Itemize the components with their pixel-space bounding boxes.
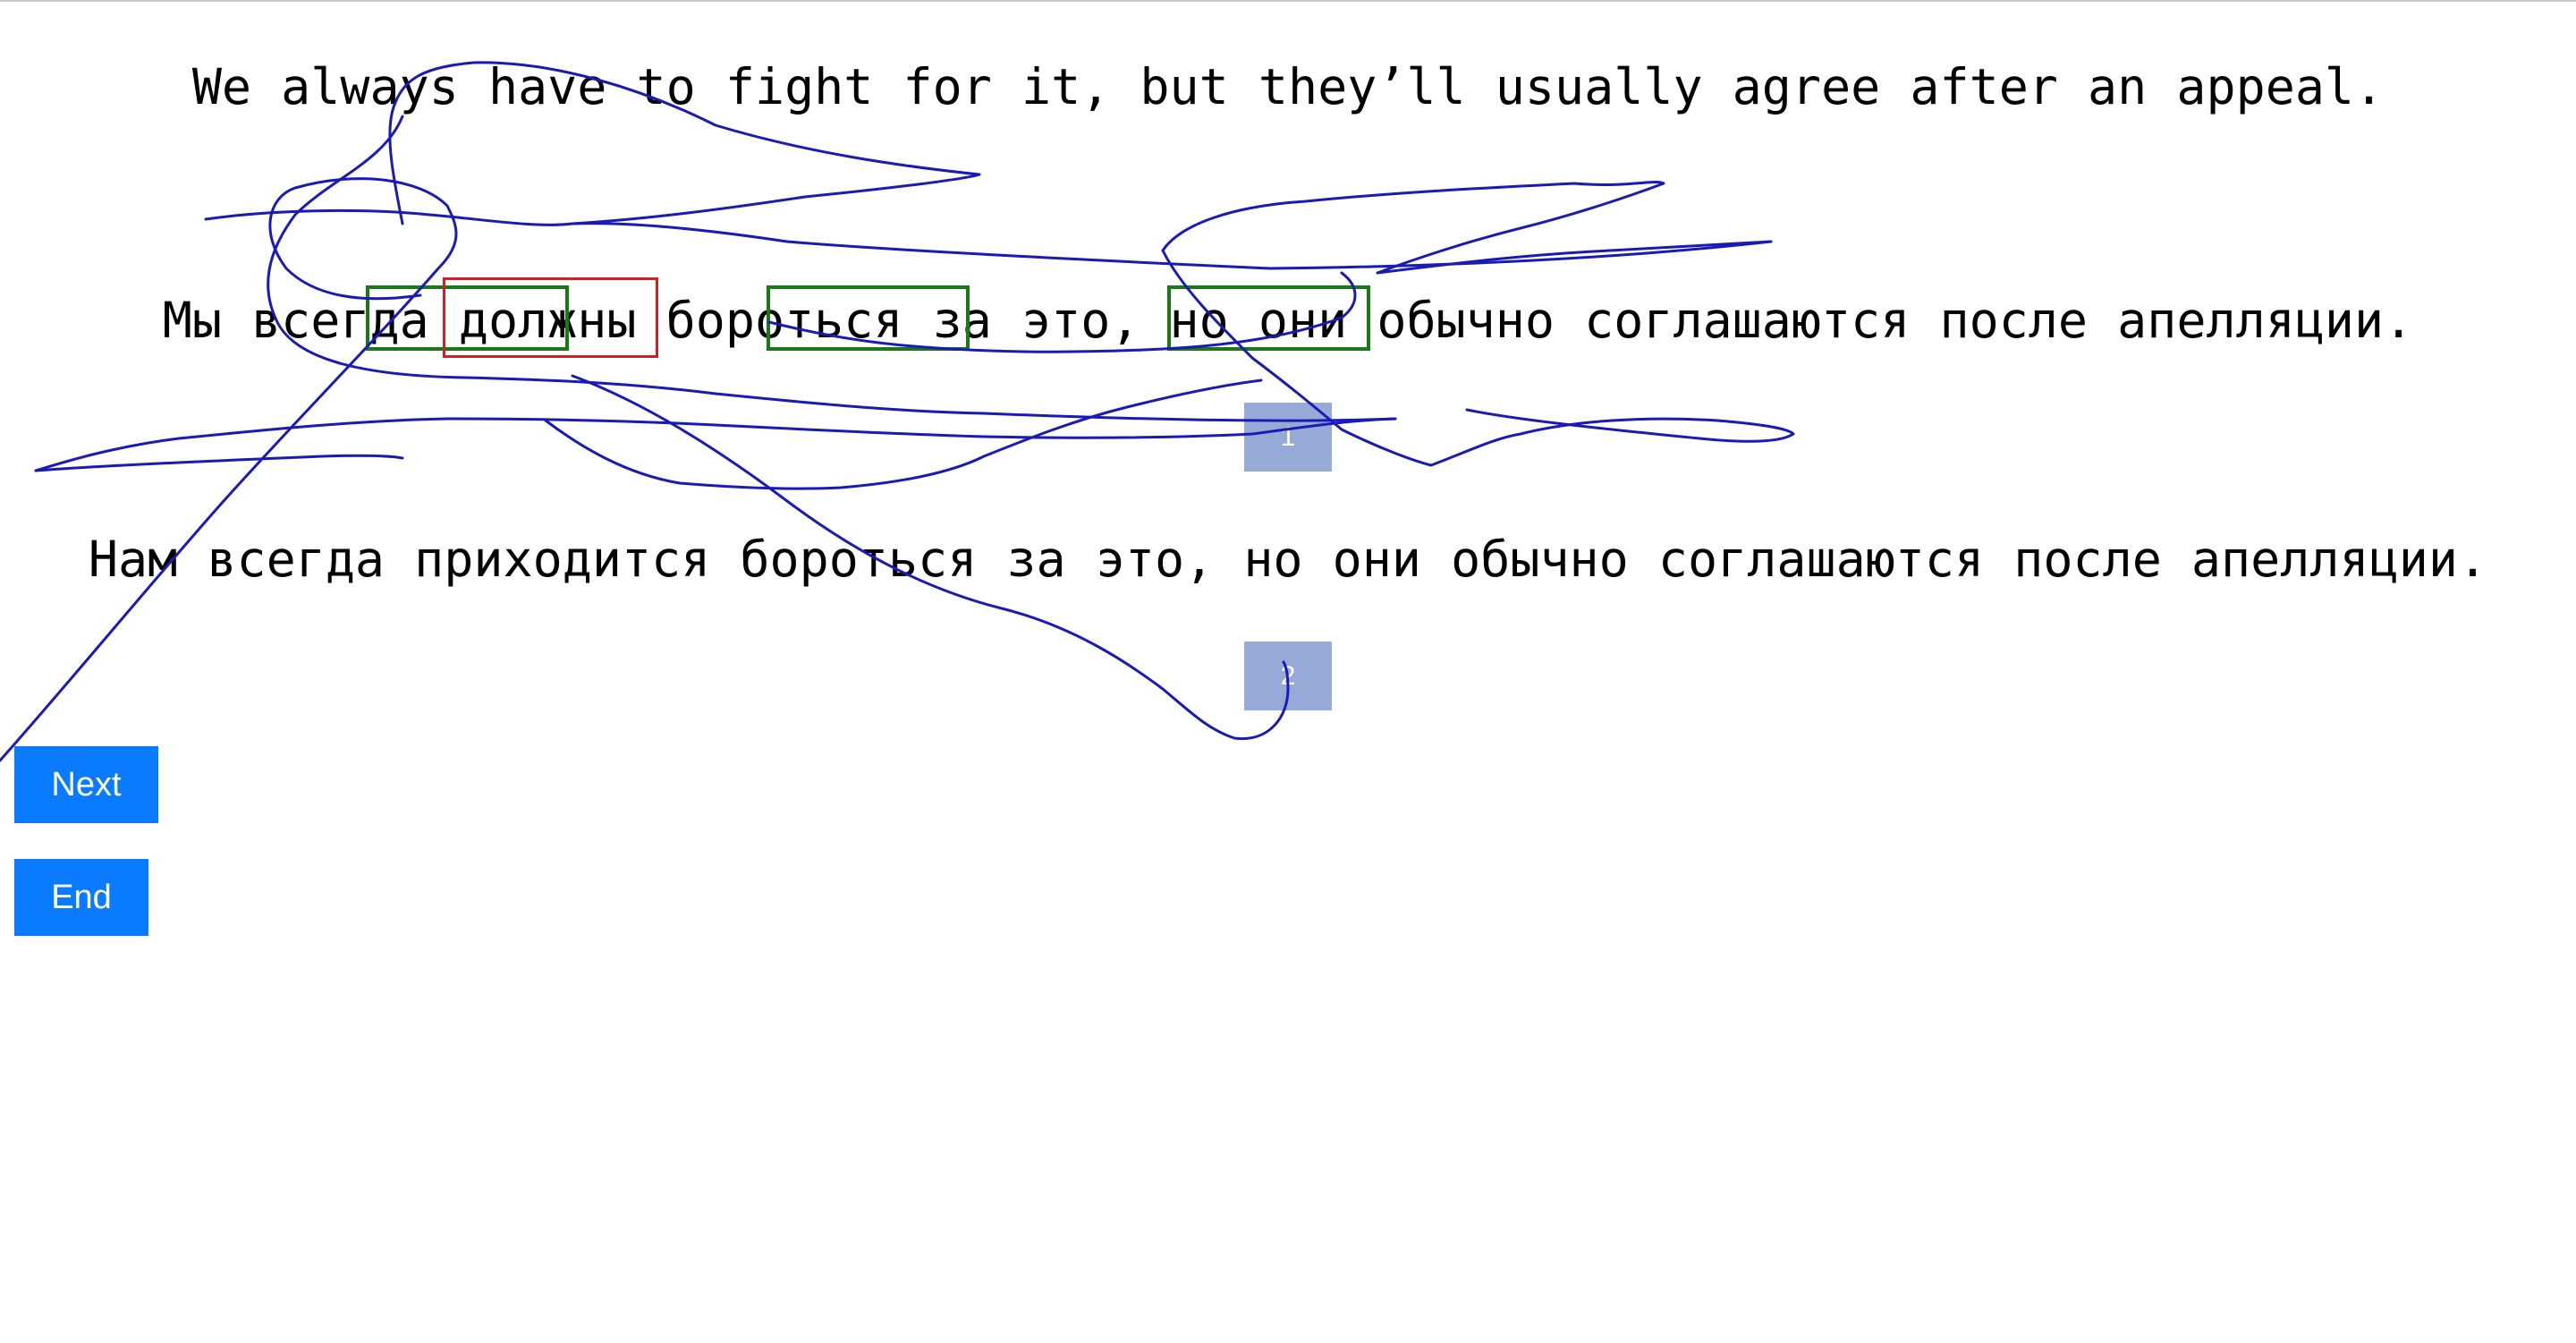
next-button[interactable]: Next (14, 746, 158, 823)
translation-2-sentence: Нам всегда приходится бороться за это, н… (88, 531, 2488, 588)
translation-1-sentence: Мы всегда должны бороться за это, но они… (162, 292, 2414, 349)
translation-1-badge[interactable]: 1 (1244, 403, 1332, 472)
scribble-stroke-3 (204, 208, 1773, 270)
end-button[interactable]: End (14, 859, 148, 936)
scribble-stroke-9 (1376, 240, 1773, 275)
scribble-stroke-11 (544, 378, 1263, 490)
translation-2-badge[interactable]: 2 (1244, 642, 1332, 710)
source-sentence: We always have to fight for it, but they… (191, 58, 2385, 115)
scribble-stroke-7 (1161, 181, 1665, 275)
scribble-stroke-6 (34, 454, 404, 472)
scribble-stroke-4 (267, 115, 1397, 422)
top-border (0, 0, 2576, 2)
scribble-stroke-1 (0, 177, 458, 762)
scribble-stroke-5 (34, 417, 1397, 472)
